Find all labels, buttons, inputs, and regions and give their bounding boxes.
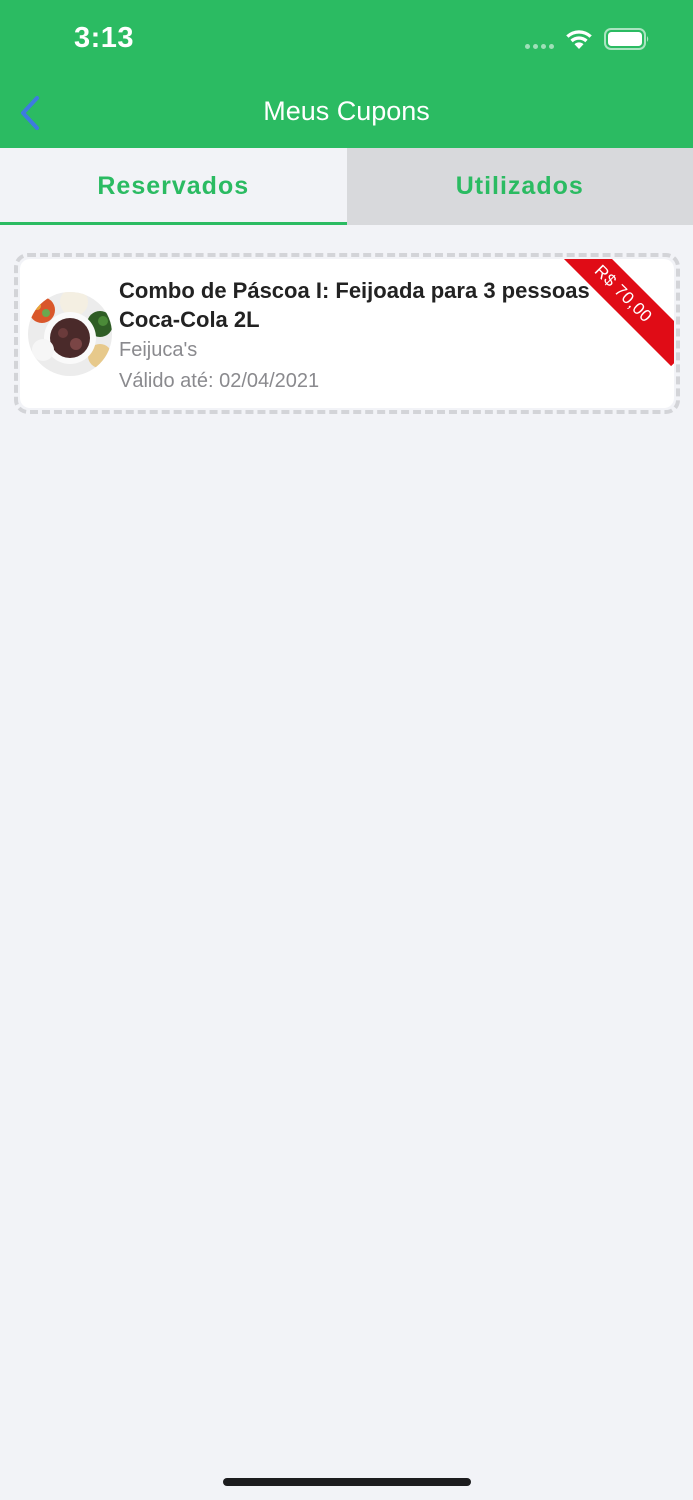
page-title: Meus Cupons: [263, 96, 430, 126]
status-time: 3:13: [74, 22, 135, 54]
battery-icon: [604, 28, 649, 50]
tab-bar: Reservados Utilizados: [0, 148, 693, 225]
coupon-item: Combo de Páscoa I: Feijoada para 3 pesso…: [14, 253, 680, 414]
home-indicator: [223, 1478, 471, 1486]
coupon-title: Combo de Páscoa I: Feijoada para 3 pesso…: [119, 278, 609, 332]
wifi-icon: [566, 30, 592, 49]
coupon-food-image: [28, 292, 112, 376]
app-header: 3:13 Meus Cupons: [0, 0, 693, 148]
tab-reservados[interactable]: Reservados: [0, 148, 347, 225]
cellular-signal-icon: [525, 44, 557, 49]
coupon-valid-until: Válido até: 02/04/2021: [119, 370, 320, 392]
coupon-card[interactable]: Combo de Páscoa I: Feijoada para 3 pesso…: [20, 259, 674, 408]
coupon-store: Feijuca's: [119, 339, 198, 361]
tab-utilizados[interactable]: Utilizados: [346, 148, 693, 225]
